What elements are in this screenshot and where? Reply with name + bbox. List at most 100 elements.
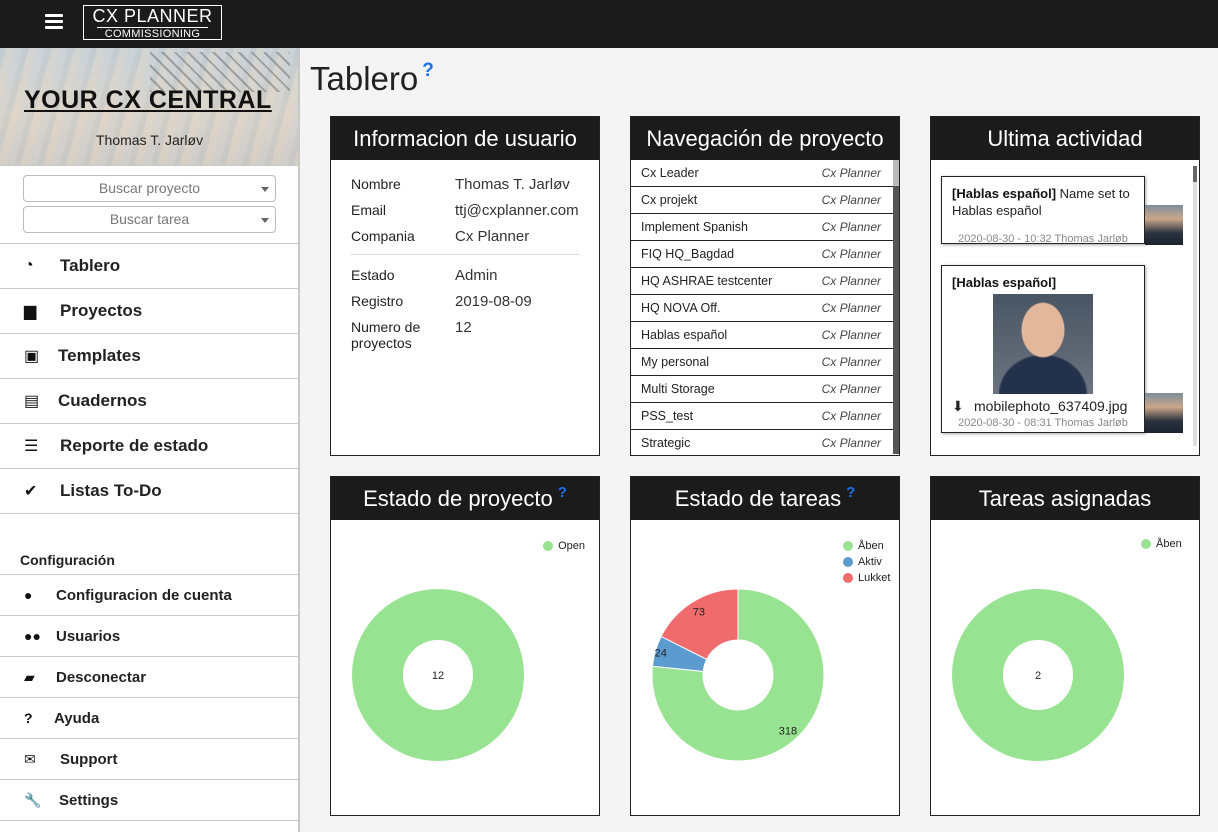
- help-icon[interactable]: ?: [558, 484, 567, 501]
- project-row[interactable]: Multi Storage Cx Planner: [631, 376, 899, 403]
- scrollbar-thumb[interactable]: [1193, 166, 1197, 182]
- panel-title-text: Estado de tareas: [674, 486, 842, 511]
- project-row[interactable]: FIQ HQ_Bagdad Cx Planner: [631, 241, 899, 268]
- help-icon[interactable]: ?: [846, 484, 855, 501]
- donut-data-label: 318: [779, 725, 797, 737]
- info-value: Thomas T. Jarløv: [455, 176, 570, 193]
- project-name: Multi Storage: [641, 382, 715, 396]
- user-icon: ●: [24, 587, 33, 603]
- banner-title: YOUR CX CENTRAL: [24, 86, 272, 114]
- info-value: Admin: [455, 267, 498, 284]
- info-key: Registro: [351, 293, 404, 309]
- activity-text: [Hablas español] Name set to Hablas espa…: [952, 185, 1134, 219]
- activity-tag: [Hablas español]: [952, 186, 1057, 201]
- lock-icon: ▰: [24, 668, 35, 685]
- attachment-download[interactable]: ⬇ mobilephoto_637409.jpg: [952, 398, 1134, 415]
- project-name: HQ ASHRAE testcenter: [641, 274, 773, 288]
- project-name: Implement Spanish: [641, 220, 749, 234]
- panel-title: Ultima actividad: [931, 117, 1199, 160]
- project-org: Cx Planner: [821, 436, 881, 450]
- info-value: 12: [455, 319, 472, 336]
- project-org: Cx Planner: [821, 220, 881, 234]
- info-key: Email: [351, 202, 387, 218]
- task-status-panel: Estado de tareas? Åben Aktiv Lukket 318 2…: [630, 476, 900, 816]
- nav-item-listas-todo[interactable]: ✔ Listas To-Do: [0, 469, 298, 514]
- activity-tag: [Hablas español]: [952, 275, 1057, 290]
- project-org: Cx Planner: [821, 409, 881, 423]
- sidebar-banner: YOUR CX CENTRAL Thomas T. Jarløv: [0, 48, 298, 165]
- activity-panel: Ultima actividad [Hablas español] Name s…: [930, 116, 1200, 456]
- project-row[interactable]: Cx projekt Cx Planner: [631, 187, 899, 214]
- user-info-panel: Informacion de usuario Nombre Thomas T. J…: [330, 116, 600, 456]
- scrollbar[interactable]: [893, 160, 899, 454]
- nav-item-settings[interactable]: 🔧 Settings: [0, 780, 298, 821]
- config-nav: ● Configuracion de cuenta ●● Usuarios ▰ …: [0, 575, 298, 821]
- info-value: 2019-08-09: [455, 293, 532, 310]
- nav-item-desconectar[interactable]: ▰ Desconectar: [0, 657, 298, 698]
- nav-item-support[interactable]: ✉ Support: [0, 739, 298, 780]
- project-row[interactable]: My personal Cx Planner: [631, 349, 899, 376]
- project-row[interactable]: HQ ASHRAE testcenter Cx Planner: [631, 268, 899, 295]
- banner-user-name: Thomas T. Jarløv: [96, 132, 204, 148]
- scrollbar-thumb[interactable]: [893, 160, 899, 186]
- nav-item-reporte-de-estado[interactable]: ☰ Reporte de estado: [0, 424, 298, 469]
- chevron-down-icon: [261, 187, 269, 192]
- donut-center-label: 12: [432, 670, 444, 682]
- donut-data-label: 24: [655, 647, 667, 659]
- activity-feed: [Hablas español] Name set to Hablas espa…: [931, 160, 1199, 454]
- activity-text: [Hablas español]: [952, 274, 1134, 291]
- info-value: Cx Planner: [455, 228, 530, 245]
- donut-data-label: 73: [693, 607, 705, 619]
- project-row[interactable]: Cx Leader Cx Planner: [631, 160, 899, 187]
- config-heading: Configuración: [0, 514, 298, 575]
- chevron-down-icon: [261, 218, 269, 223]
- app-logo[interactable]: CX PLANNER COMMISSIONING: [83, 5, 222, 40]
- project-org: Cx Planner: [821, 301, 881, 315]
- nav-item-label: Proyectos: [60, 301, 143, 320]
- nav-item-cuadernos[interactable]: ▤ Cuadernos: [0, 379, 298, 424]
- project-org: Cx Planner: [821, 166, 881, 180]
- panel-title-text: Estado de proyecto: [363, 486, 553, 511]
- search-task-select[interactable]: Buscar tarea: [23, 206, 276, 233]
- project-row[interactable]: HQ NOVA Off. Cx Planner: [631, 295, 899, 322]
- activity-meta: 2020-08-30 - 08:31 Thomas Jarløb: [958, 417, 1128, 429]
- project-name: FIQ HQ_Bagdad: [641, 247, 735, 261]
- project-list: Cx Leader Cx Planner Cx projekt Cx Planner…: [631, 160, 899, 454]
- panel-title: Estado de tareas?: [631, 477, 899, 520]
- assigned-tasks-chart: 2: [952, 589, 1124, 761]
- project-name: PSS_test: [641, 409, 694, 423]
- nav-item-configuracion-de-cuenta[interactable]: ● Configuracion de cuenta: [0, 575, 298, 616]
- help-icon[interactable]: ?: [422, 60, 434, 81]
- hamburger-menu-icon[interactable]: [45, 14, 63, 32]
- nav-item-label: Support: [60, 750, 118, 768]
- activity-card[interactable]: [Hablas español] Name set to Hablas espa…: [941, 176, 1145, 245]
- wrench-icon: 🔧: [24, 791, 42, 808]
- avatar: [1145, 393, 1183, 433]
- activity-card[interactable]: [Hablas español] ⬇ mobilephoto_637409.jp…: [941, 265, 1145, 433]
- info-row: Estado Admin: [351, 267, 579, 284]
- project-row[interactable]: Strategic Cx Planner: [631, 430, 899, 454]
- project-name: My personal: [641, 355, 710, 369]
- question-icon: ?: [24, 710, 33, 726]
- attachment-photo[interactable]: [993, 294, 1093, 394]
- project-row[interactable]: Implement Spanish Cx Planner: [631, 214, 899, 241]
- nav-item-templates[interactable]: ▣ Templates: [0, 334, 298, 379]
- nav-item-tablero[interactable]: ◔ Tablero: [0, 244, 298, 289]
- info-row: Compania Cx Planner: [351, 228, 579, 245]
- nav-item-label: Configuracion de cuenta: [56, 586, 232, 604]
- search-project-select[interactable]: Buscar proyecto: [23, 175, 276, 202]
- project-name: Strategic: [641, 436, 691, 450]
- nav-item-ayuda[interactable]: ? Ayuda: [0, 698, 298, 739]
- nav-item-proyectos[interactable]: ▆ Proyectos: [0, 289, 298, 334]
- logo-line2: COMMISSIONING: [97, 27, 208, 40]
- project-row[interactable]: PSS_test Cx Planner: [631, 403, 899, 430]
- project-name: Cx Leader: [641, 166, 699, 180]
- project-row[interactable]: Hablas español Cx Planner: [631, 322, 899, 349]
- project-org: Cx Planner: [821, 274, 881, 288]
- info-row: Numero de proyectos 12: [351, 319, 579, 351]
- scrollbar[interactable]: [1193, 166, 1197, 446]
- nav-item-usuarios[interactable]: ●● Usuarios: [0, 616, 298, 657]
- project-status-panel: Estado de proyecto? Open 12: [330, 476, 600, 816]
- logo-line1: CX PLANNER: [92, 6, 213, 26]
- document-icon: ▤: [24, 393, 40, 410]
